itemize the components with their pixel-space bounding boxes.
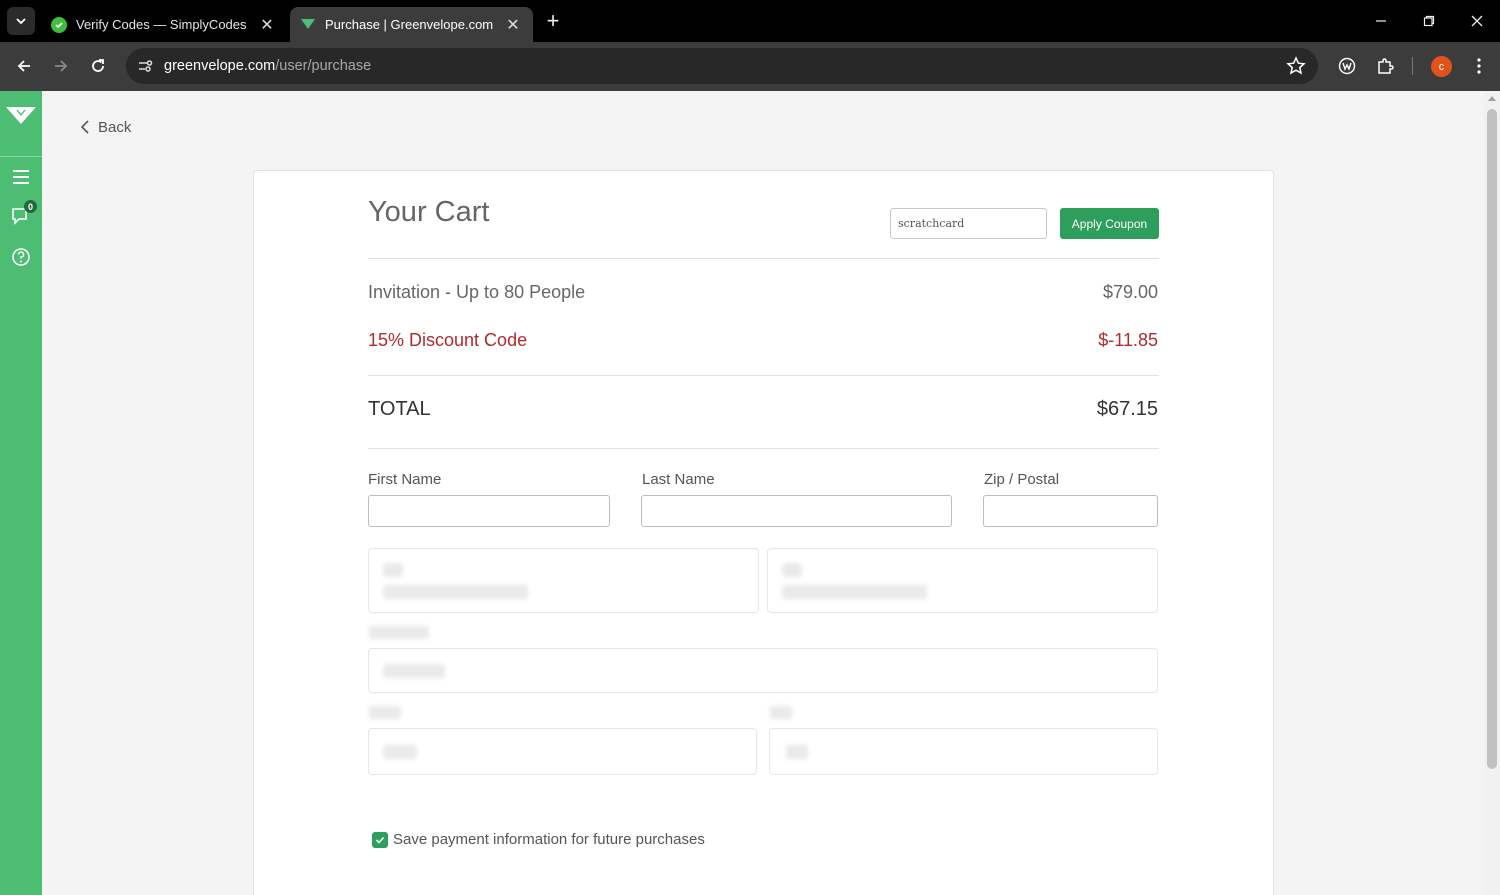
last-name-label: Last Name xyxy=(642,471,715,488)
chevron-down-icon xyxy=(16,18,26,25)
browser-tab-bar: Verify Codes — SimplyCodes ✕ Purchase | … xyxy=(0,0,1500,42)
back-nav-button[interactable] xyxy=(10,52,38,80)
expiry-placeholder xyxy=(383,745,417,759)
notification-count-badge: 0 xyxy=(24,200,37,213)
help-icon[interactable] xyxy=(11,247,31,267)
total-row: TOTAL $67.15 xyxy=(368,398,1158,421)
greenvelope-logo[interactable] xyxy=(0,91,42,157)
line-item-label: Invitation - Up to 80 People xyxy=(368,282,586,302)
close-window-button[interactable] xyxy=(1454,0,1500,42)
back-link[interactable]: Back xyxy=(80,117,131,137)
expiry-label xyxy=(369,706,401,719)
left-sidebar xyxy=(0,91,42,895)
extension-w-icon[interactable] xyxy=(1335,54,1359,78)
save-payment-row[interactable]: Save payment information for future purc… xyxy=(372,831,705,848)
first-name-input[interactable] xyxy=(368,495,610,527)
checkmark-icon xyxy=(375,836,385,844)
divider xyxy=(368,375,1159,376)
reload-button[interactable] xyxy=(84,52,112,80)
line-item-amount: $79.00 xyxy=(1102,282,1158,302)
forward-nav-button[interactable] xyxy=(47,52,75,80)
chevron-left-icon xyxy=(80,120,89,134)
payment-method-option[interactable] xyxy=(767,548,1158,613)
apply-coupon-button[interactable]: Apply Coupon xyxy=(1060,208,1159,239)
cvc-input[interactable] xyxy=(769,728,1158,775)
extensions-puzzle-icon[interactable] xyxy=(1373,54,1397,78)
expiry-input[interactable] xyxy=(368,728,757,775)
url-host: greenvelope.com xyxy=(164,58,276,74)
tab-title: Verify Codes — SimplyCodes xyxy=(76,17,247,32)
address-bar[interactable]: greenvelope.com/user/purchase xyxy=(126,48,1318,84)
minimize-button[interactable] xyxy=(1358,0,1404,42)
scrollbar-thumb[interactable] xyxy=(1487,109,1497,769)
close-icon xyxy=(1471,15,1483,27)
site-settings-icon[interactable] xyxy=(136,57,154,75)
tab-search-button[interactable] xyxy=(7,7,35,35)
payment-method-label xyxy=(782,585,927,599)
browser-menu-icon[interactable] xyxy=(1467,54,1491,78)
cart-card xyxy=(253,170,1274,895)
card-number-label xyxy=(369,626,429,639)
total-label: TOTAL xyxy=(368,398,431,420)
discount-amount: $-11.85 xyxy=(1098,330,1158,350)
coupon-code-input[interactable]: scratchcard xyxy=(890,208,1047,239)
payment-method-logo xyxy=(782,563,802,577)
restore-icon xyxy=(1423,15,1435,27)
greenvelope-logo-icon xyxy=(6,107,36,124)
new-tab-button[interactable]: + xyxy=(540,8,566,34)
back-label: Back xyxy=(98,118,132,136)
reload-icon xyxy=(92,59,104,72)
zip-label: Zip / Postal xyxy=(984,471,1060,488)
tab-close-icon[interactable]: ✕ xyxy=(257,15,277,35)
total-amount: $67.15 xyxy=(1096,398,1158,420)
first-name-label: First Name xyxy=(368,471,442,488)
discount-label: 15% Discount Code xyxy=(368,330,528,350)
arrow-left-icon xyxy=(17,60,30,72)
card-number-input[interactable] xyxy=(368,648,1158,693)
bookmark-star-icon[interactable] xyxy=(1286,56,1306,76)
save-payment-label: Save payment information for future purc… xyxy=(393,831,705,848)
tab-purchase[interactable]: Purchase | Greenvelope.com ✕ xyxy=(290,7,533,42)
toolbar-divider xyxy=(1412,57,1413,75)
payment-method-logo xyxy=(383,563,403,577)
simplycodes-favicon-icon xyxy=(51,16,67,33)
divider xyxy=(368,448,1159,449)
payment-method-option[interactable] xyxy=(368,548,759,613)
greenvelope-favicon-icon xyxy=(300,17,316,33)
scroll-up-arrow-icon[interactable] xyxy=(1488,96,1496,101)
page-scrollbar[interactable] xyxy=(1484,91,1500,895)
divider xyxy=(368,258,1159,259)
cart-title: Your Cart xyxy=(368,196,490,228)
tab-close-icon[interactable]: ✕ xyxy=(503,15,523,35)
tab-title: Purchase | Greenvelope.com xyxy=(325,17,494,32)
restore-button[interactable] xyxy=(1406,0,1452,42)
save-payment-checkbox[interactable] xyxy=(372,831,388,848)
zip-input[interactable] xyxy=(983,495,1158,527)
tab-verify-codes[interactable]: Verify Codes — SimplyCodes ✕ xyxy=(41,7,287,42)
minimize-icon xyxy=(1376,20,1386,22)
url-text: greenvelope.com/user/purchase xyxy=(164,48,371,84)
cvc-placeholder xyxy=(786,745,808,759)
card-number-placeholder xyxy=(383,664,445,678)
payment-method-label xyxy=(383,585,528,599)
arrow-right-icon xyxy=(55,60,68,72)
profile-avatar[interactable]: c xyxy=(1431,56,1452,77)
last-name-input[interactable] xyxy=(641,495,952,527)
line-item-discount: 15% Discount Code $-11.85 xyxy=(368,330,1158,351)
menu-icon[interactable] xyxy=(11,167,31,187)
line-item-invitation: Invitation - Up to 80 People $79.00 xyxy=(368,282,1158,303)
url-path: /user/purchase xyxy=(275,58,372,74)
cvc-label xyxy=(770,706,792,719)
browser-toolbar: greenvelope.com/user/purchase xyxy=(0,42,1500,91)
